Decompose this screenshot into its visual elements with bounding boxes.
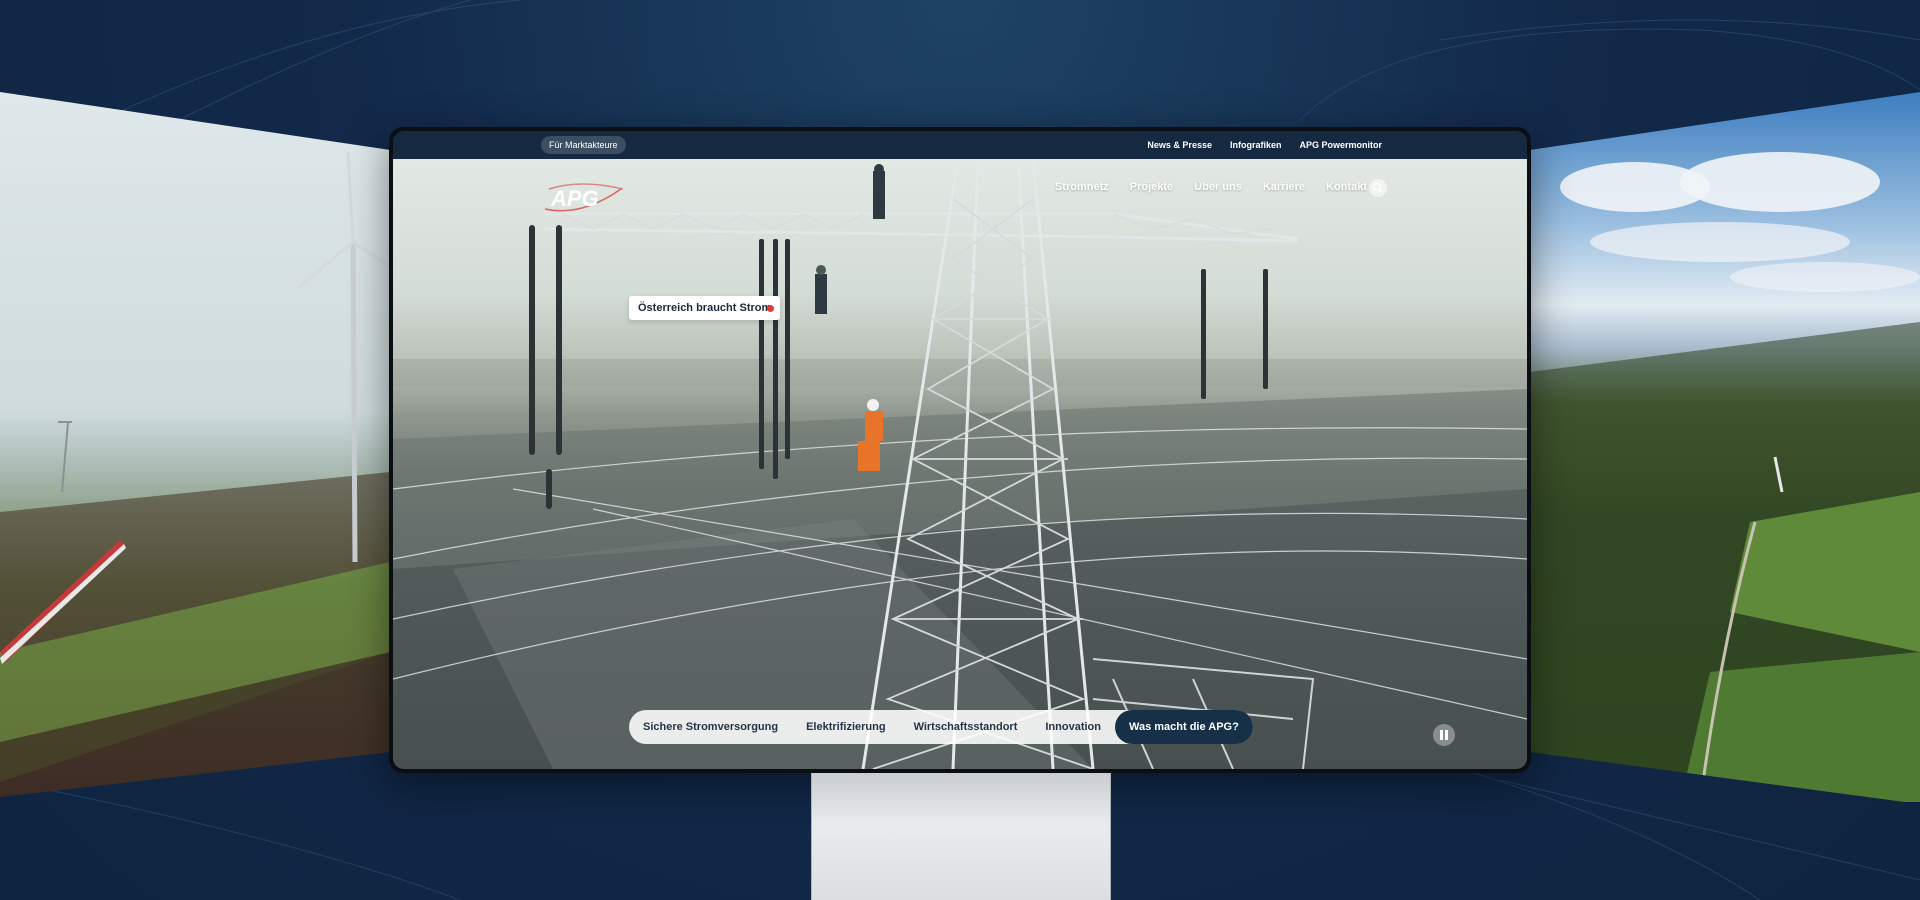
tab-sichere-stromversorgung[interactable]: Sichere Stromversorgung bbox=[629, 710, 792, 744]
nav-karriere[interactable]: Karriere bbox=[1263, 181, 1305, 193]
monitor-stand bbox=[811, 773, 1111, 900]
search-icon bbox=[1372, 182, 1383, 193]
hotspot-dot[interactable] bbox=[767, 305, 774, 312]
utility-links: News & Presse Infografiken APG Powermoni… bbox=[1147, 131, 1382, 159]
tab-innovation[interactable]: Innovation bbox=[1031, 710, 1115, 744]
topic-tabs: Sichere Stromversorgung Elektrifizierung… bbox=[629, 710, 1253, 744]
left-panorama bbox=[0, 92, 390, 797]
monitor-frame: Für Marktakteure News & Presse Infografi… bbox=[389, 127, 1531, 773]
pause-button[interactable] bbox=[1433, 724, 1455, 746]
tab-elektrifizierung[interactable]: Elektrifizierung bbox=[792, 710, 899, 744]
logo-text: APG bbox=[550, 186, 599, 211]
nav-kontakt[interactable]: Kontakt bbox=[1326, 181, 1367, 193]
hotspot-label[interactable]: Österreich braucht Strom bbox=[629, 296, 781, 320]
pause-icon-bar bbox=[1445, 730, 1448, 740]
search-button[interactable] bbox=[1369, 179, 1387, 197]
hero-video: APG Stromnetz Projekte Über uns Karriere… bbox=[393, 159, 1527, 769]
nav-ueber-uns[interactable]: Über uns bbox=[1194, 181, 1242, 193]
nav-projekte[interactable]: Projekte bbox=[1130, 181, 1173, 193]
tab-was-macht-die-apg[interactable]: Was macht die APG? bbox=[1114, 710, 1253, 744]
website-screen: Für Marktakteure News & Presse Infografi… bbox=[393, 131, 1527, 769]
main-nav: Stromnetz Projekte Über uns Karriere Kon… bbox=[1055, 181, 1367, 193]
utility-bar: Für Marktakteure News & Presse Infografi… bbox=[393, 131, 1527, 159]
right-panorama bbox=[1530, 92, 1920, 802]
tab-wirtschaftsstandort[interactable]: Wirtschaftsstandort bbox=[900, 710, 1032, 744]
nav-stromnetz[interactable]: Stromnetz bbox=[1055, 181, 1109, 193]
pause-icon bbox=[1440, 730, 1443, 740]
market-actors-pill[interactable]: Für Marktakteure bbox=[541, 136, 626, 154]
apg-logo[interactable]: APG bbox=[541, 181, 627, 220]
hero-scene bbox=[393, 159, 1527, 769]
news-link[interactable]: News & Presse bbox=[1147, 140, 1212, 150]
infographics-link[interactable]: Infografiken bbox=[1230, 140, 1282, 150]
powermonitor-link[interactable]: APG Powermonitor bbox=[1299, 140, 1382, 150]
